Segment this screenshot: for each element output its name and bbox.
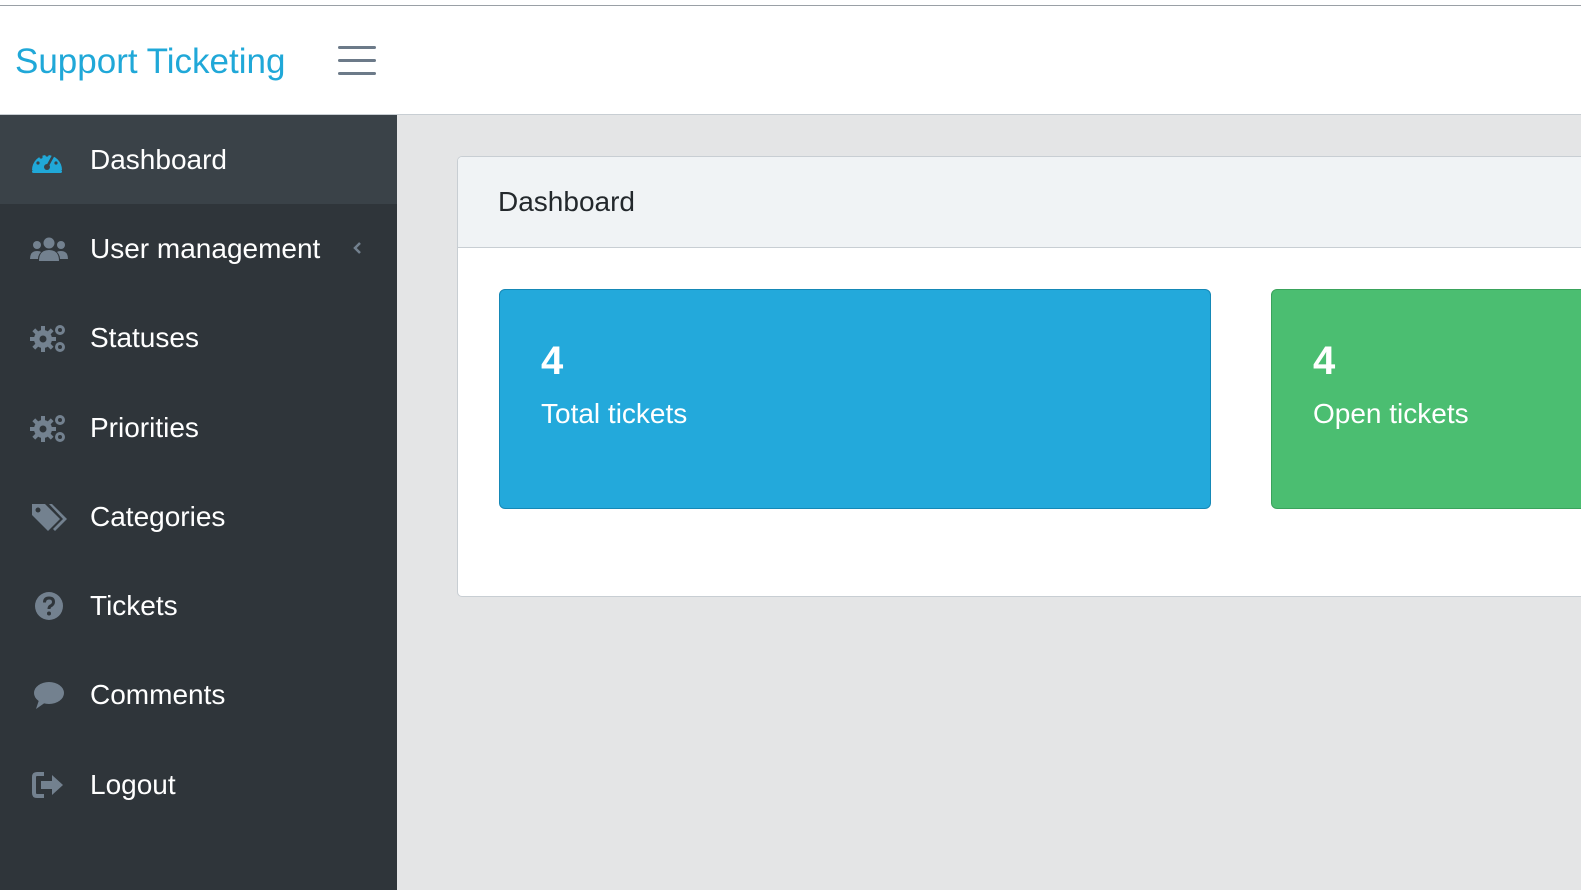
sidebar-item-label: Comments (90, 679, 226, 711)
comment-icon (30, 678, 68, 712)
sidebar-item-label: Categories (90, 500, 226, 532)
speedometer-icon (30, 143, 68, 177)
sidebar-item-logout[interactable]: Logout (0, 740, 397, 829)
chevron-left-icon[interactable] (350, 237, 364, 259)
sidebar-item-comments[interactable]: Comments (0, 651, 397, 740)
main-content: Dashboard 4 Total tickets 4 Open tickets (397, 115, 1581, 890)
sidebar-item-categories[interactable]: Categories (0, 472, 397, 561)
stat-value: 4 (541, 339, 564, 383)
sidebar-item-label: User management (90, 232, 321, 264)
sidebar-item-label: Tickets (90, 590, 178, 622)
dashboard-card: Dashboard 4 Total tickets 4 Open tickets (457, 156, 1581, 597)
sidebar-item-statuses[interactable]: Statuses (0, 294, 397, 383)
sidebar-item-label: Statuses (90, 322, 199, 354)
sidebar-item-label: Logout (90, 768, 176, 800)
gears-icon (30, 411, 68, 445)
sidebar-item-label: Priorities (90, 411, 199, 443)
stat-card-open-tickets: 4 Open tickets (1271, 289, 1581, 509)
sidebar: Dashboard User management Statuses Prior… (0, 115, 397, 890)
card-title: Dashboard (498, 186, 635, 217)
sidebar-item-dashboard[interactable]: Dashboard (0, 115, 397, 205)
users-icon (30, 232, 68, 266)
sign-out-icon (30, 768, 68, 802)
gears-icon (30, 321, 68, 355)
tags-icon (30, 500, 68, 534)
stat-label: Total tickets (541, 398, 688, 429)
stat-value: 4 (1313, 339, 1336, 383)
stat-card-total-tickets: 4 Total tickets (499, 289, 1211, 509)
question-circle-icon (30, 589, 68, 623)
sidebar-item-user-management[interactable]: User management (0, 204, 397, 293)
stat-label: Open tickets (1313, 398, 1469, 429)
brand-link[interactable]: Support Ticketing (15, 42, 285, 82)
card-header: Dashboard (458, 157, 1581, 248)
sidebar-item-priorities[interactable]: Priorities (0, 383, 397, 472)
hamburger-icon[interactable] (336, 44, 378, 78)
app-header: Support Ticketing (0, 6, 1581, 115)
sidebar-item-tickets[interactable]: Tickets (0, 561, 397, 650)
sidebar-item-label: Dashboard (90, 143, 227, 175)
